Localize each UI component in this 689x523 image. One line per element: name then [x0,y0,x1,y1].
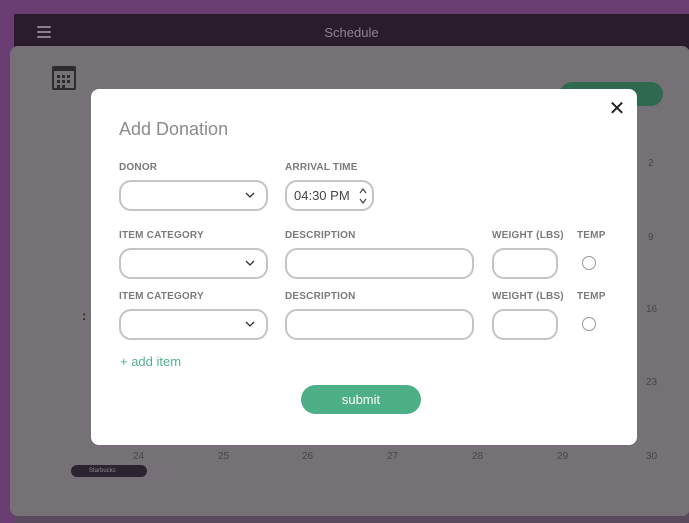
item-category-label: ITEM CATEGORY [119,291,204,302]
arrival-time-input[interactable]: 04:30 PM [285,180,374,211]
calendar-day-number[interactable]: 30 [646,451,657,462]
calendar-day-number[interactable]: 27 [387,451,398,462]
description-input[interactable] [285,248,474,279]
close-icon[interactable]: ✕ [607,98,627,120]
description-input[interactable] [285,309,474,340]
item-category-select[interactable] [119,248,268,279]
calendar-day-number[interactable]: 25 [218,451,229,462]
calendar-day-number[interactable]: 2 [648,158,654,169]
description-label: DESCRIPTION [285,230,356,241]
chevron-down-icon [245,192,255,198]
calendar-day-number[interactable]: 29 [557,451,568,462]
arrival-time-label: ARRIVAL TIME [285,162,358,173]
calendar-day-number[interactable]: 28 [472,451,483,462]
side-marker: : [82,308,87,323]
temp-label: TEMP [577,291,606,302]
submit-button[interactable]: submit [301,385,421,414]
arrival-time-value: 04:30 PM [294,188,350,203]
calendar-day-number[interactable]: 24 [133,451,144,462]
weight-input[interactable] [492,248,558,279]
donor-select[interactable] [119,180,268,211]
add-donation-modal: ✕ Add Donation DONOR ARRIVAL TIME 04:30 … [91,89,637,445]
calendar-icon[interactable] [52,66,76,90]
calendar-day-number[interactable]: 23 [646,377,657,388]
calendar-day-number[interactable]: 9 [648,232,654,243]
weight-label: WEIGHT (LBS) [492,230,564,241]
add-item-link[interactable]: + add item [120,354,181,369]
weight-label: WEIGHT (LBS) [492,291,564,302]
time-spinner-icon[interactable] [358,186,368,206]
calendar-day-number[interactable]: 26 [302,451,313,462]
chevron-down-icon [245,260,255,266]
modal-title: Add Donation [119,119,229,139]
donor-label: DONOR [119,162,158,173]
calendar-day-number[interactable]: 16 [646,304,657,315]
temp-radio[interactable] [582,317,596,331]
description-label: DESCRIPTION [285,291,356,302]
temp-radio[interactable] [582,256,596,270]
calendar-event[interactable]: Starbucks [71,465,147,477]
chevron-down-icon [245,321,255,327]
weight-input[interactable] [492,309,558,340]
temp-label: TEMP [577,230,606,241]
item-category-select[interactable] [119,309,268,340]
page-title: Schedule [324,25,379,40]
item-category-label: ITEM CATEGORY [119,230,204,241]
